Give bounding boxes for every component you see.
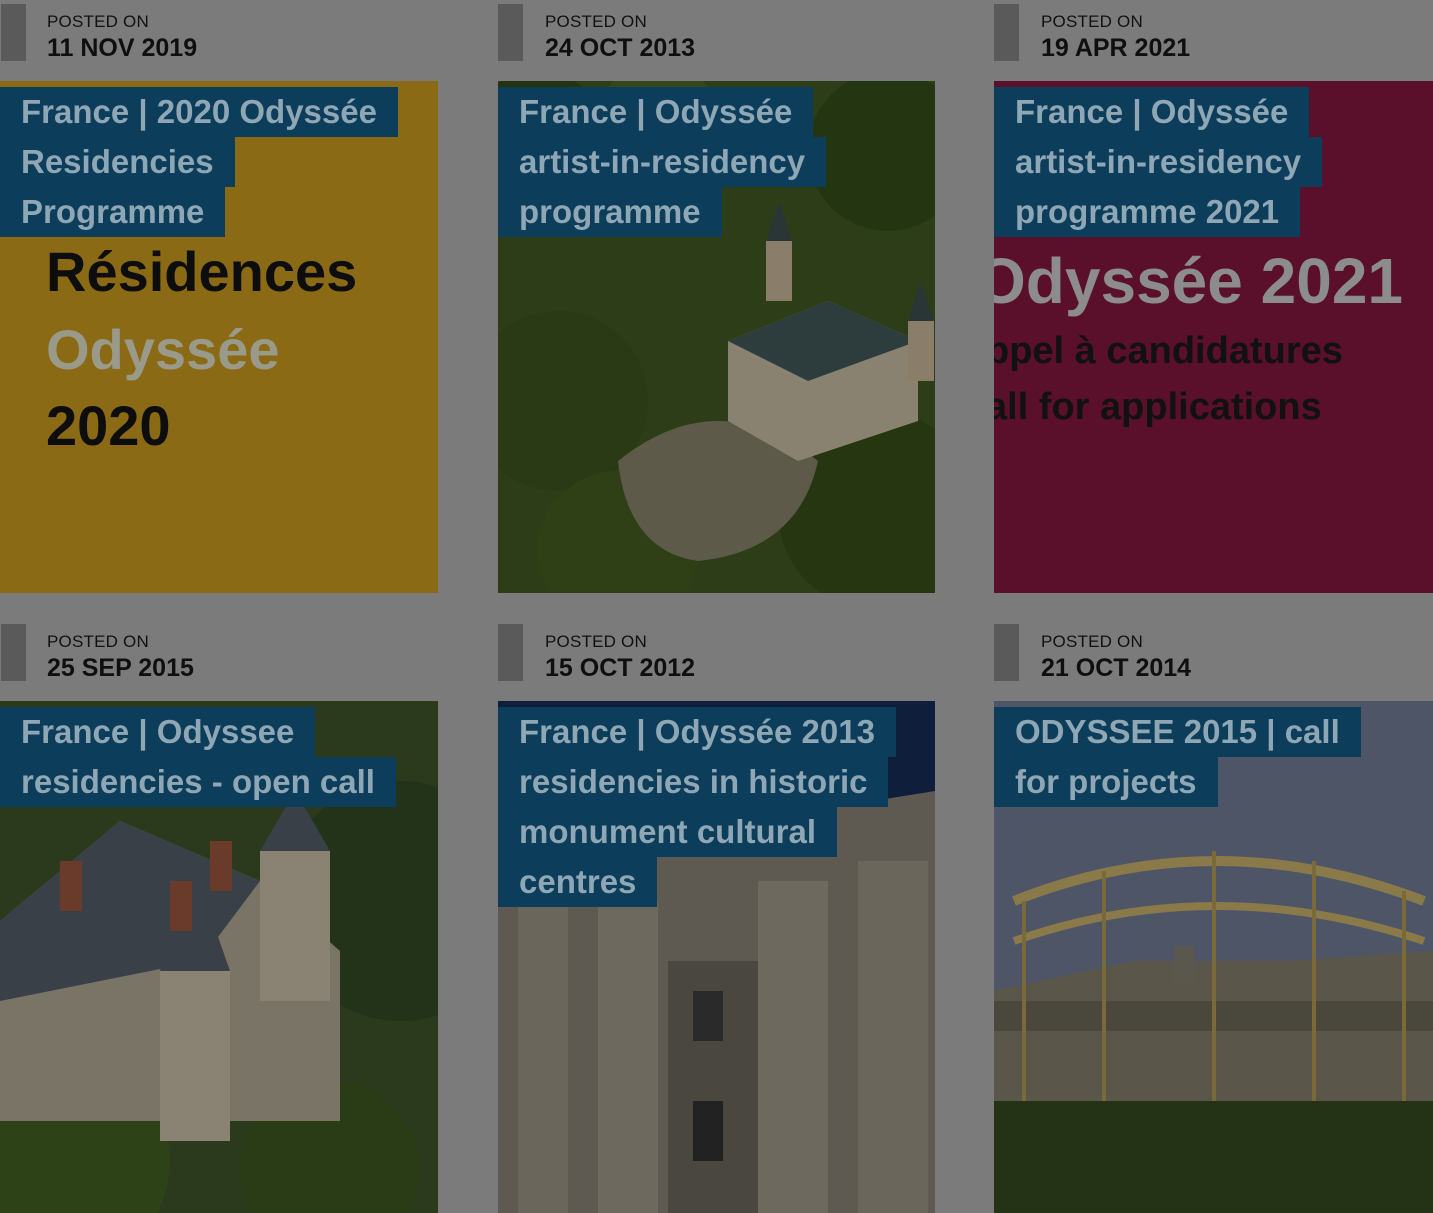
- post-title-line[interactable]: France | Odyssee: [0, 707, 316, 757]
- post-meta: POSTED ON 11 NOV 2019: [0, 0, 438, 81]
- post-date: 15 OCT 2012: [545, 654, 696, 682]
- post-title[interactable]: France | Odyssee residencies - open call: [0, 707, 420, 807]
- post-title-line[interactable]: France | Odyssée: [498, 87, 814, 137]
- post-title-line[interactable]: France | Odyssée: [994, 87, 1310, 137]
- poster-line: ppel à candidatures: [994, 330, 1343, 372]
- post-title-line[interactable]: programme: [498, 187, 722, 237]
- post-card[interactable]: POSTED ON 15 OCT 2012 France | Odyssée 2…: [498, 620, 935, 1213]
- post-title[interactable]: ODYSSEE 2015 | call for projects: [994, 707, 1414, 807]
- poster-line: Odyssée: [46, 318, 280, 381]
- post-title-line[interactable]: Residencies: [0, 137, 235, 187]
- date-marker: [498, 624, 523, 681]
- posted-on-label: POSTED ON: [545, 12, 647, 31]
- date-marker: [1, 4, 26, 61]
- date-marker: [994, 4, 1019, 61]
- post-thumbnail[interactable]: Odyssée 2021 ppel à candidatures all for…: [994, 81, 1433, 593]
- post-date: 25 SEP 2015: [47, 654, 194, 682]
- post-thumbnail[interactable]: France | Odyssee residencies - open call: [0, 701, 438, 1213]
- post-card[interactable]: POSTED ON 21 OCT 2014 ODYSSEE 2015 | cal…: [994, 620, 1433, 1213]
- posted-on-label: POSTED ON: [1041, 12, 1143, 31]
- post-title[interactable]: France | Odyssée artist-in-residency pro…: [994, 87, 1414, 237]
- post-meta: POSTED ON 15 OCT 2012: [498, 620, 935, 701]
- post-thumbnail[interactable]: France | Odyssée artist-in-residency pro…: [498, 81, 935, 593]
- poster-line: Résidences: [46, 240, 357, 303]
- date-marker: [994, 624, 1019, 681]
- posted-on-label: POSTED ON: [1041, 632, 1143, 651]
- post-title[interactable]: France | Odyssée 2013 residencies in his…: [498, 707, 918, 907]
- post-meta: POSTED ON 19 APR 2021: [994, 0, 1433, 81]
- posted-on-label: POSTED ON: [47, 12, 149, 31]
- posted-on-label: POSTED ON: [47, 632, 149, 651]
- post-title-line[interactable]: residencies - open call: [0, 757, 396, 807]
- poster-line: Odyssée 2021: [994, 245, 1403, 317]
- post-date: 19 APR 2021: [1041, 34, 1191, 62]
- post-title-line[interactable]: France | Odyssée 2013: [498, 707, 896, 757]
- post-title[interactable]: France | 2020 Odyssée Residencies Progra…: [0, 87, 420, 237]
- posted-on-label: POSTED ON: [545, 632, 647, 651]
- posts-grid: POSTED ON 11 NOV 2019 Résidences Odyssée…: [0, 0, 1433, 1213]
- post-thumbnail[interactable]: Résidences Odyssée 2020 France | 2020 Od…: [0, 81, 438, 593]
- post-title-line[interactable]: ODYSSEE 2015 | call: [994, 707, 1361, 757]
- post-date: 24 OCT 2013: [545, 34, 696, 62]
- post-thumbnail[interactable]: ODYSSEE 2015 | call for projects: [994, 701, 1433, 1213]
- post-card[interactable]: POSTED ON 19 APR 2021 Odyssée 2021 ppel …: [994, 0, 1433, 593]
- post-meta: POSTED ON 21 OCT 2014: [994, 620, 1433, 701]
- poster-line: all for applications: [994, 386, 1322, 428]
- post-card[interactable]: POSTED ON 25 SEP 2015 France | Odyssee r…: [0, 620, 438, 1213]
- poster-line: 2020: [46, 394, 171, 457]
- post-title-line[interactable]: residencies in historic: [498, 757, 889, 807]
- post-title-line[interactable]: France | 2020 Odyssée: [0, 87, 398, 137]
- post-meta: POSTED ON 24 OCT 2013: [498, 0, 935, 81]
- post-title-line[interactable]: programme 2021: [994, 187, 1301, 237]
- post-title-line[interactable]: artist-in-residency: [498, 137, 827, 187]
- date-marker: [498, 4, 523, 61]
- post-title-line[interactable]: for projects: [994, 757, 1218, 807]
- post-thumbnail[interactable]: France | Odyssée 2013 residencies in his…: [498, 701, 935, 1213]
- post-title-line[interactable]: artist-in-residency: [994, 137, 1323, 187]
- post-card[interactable]: POSTED ON 24 OCT 2013 France | Odyssée a…: [498, 0, 935, 593]
- post-title-line[interactable]: Programme: [0, 187, 226, 237]
- post-title-line[interactable]: monument cultural: [498, 807, 838, 857]
- post-meta: POSTED ON 25 SEP 2015: [0, 620, 438, 701]
- date-marker: [1, 624, 26, 681]
- post-title[interactable]: France | Odyssée artist-in-residency pro…: [498, 87, 918, 237]
- post-title-line[interactable]: centres: [498, 857, 658, 907]
- post-date: 21 OCT 2014: [1041, 654, 1192, 682]
- post-card[interactable]: POSTED ON 11 NOV 2019 Résidences Odyssée…: [0, 0, 438, 593]
- post-date: 11 NOV 2019: [47, 34, 198, 62]
